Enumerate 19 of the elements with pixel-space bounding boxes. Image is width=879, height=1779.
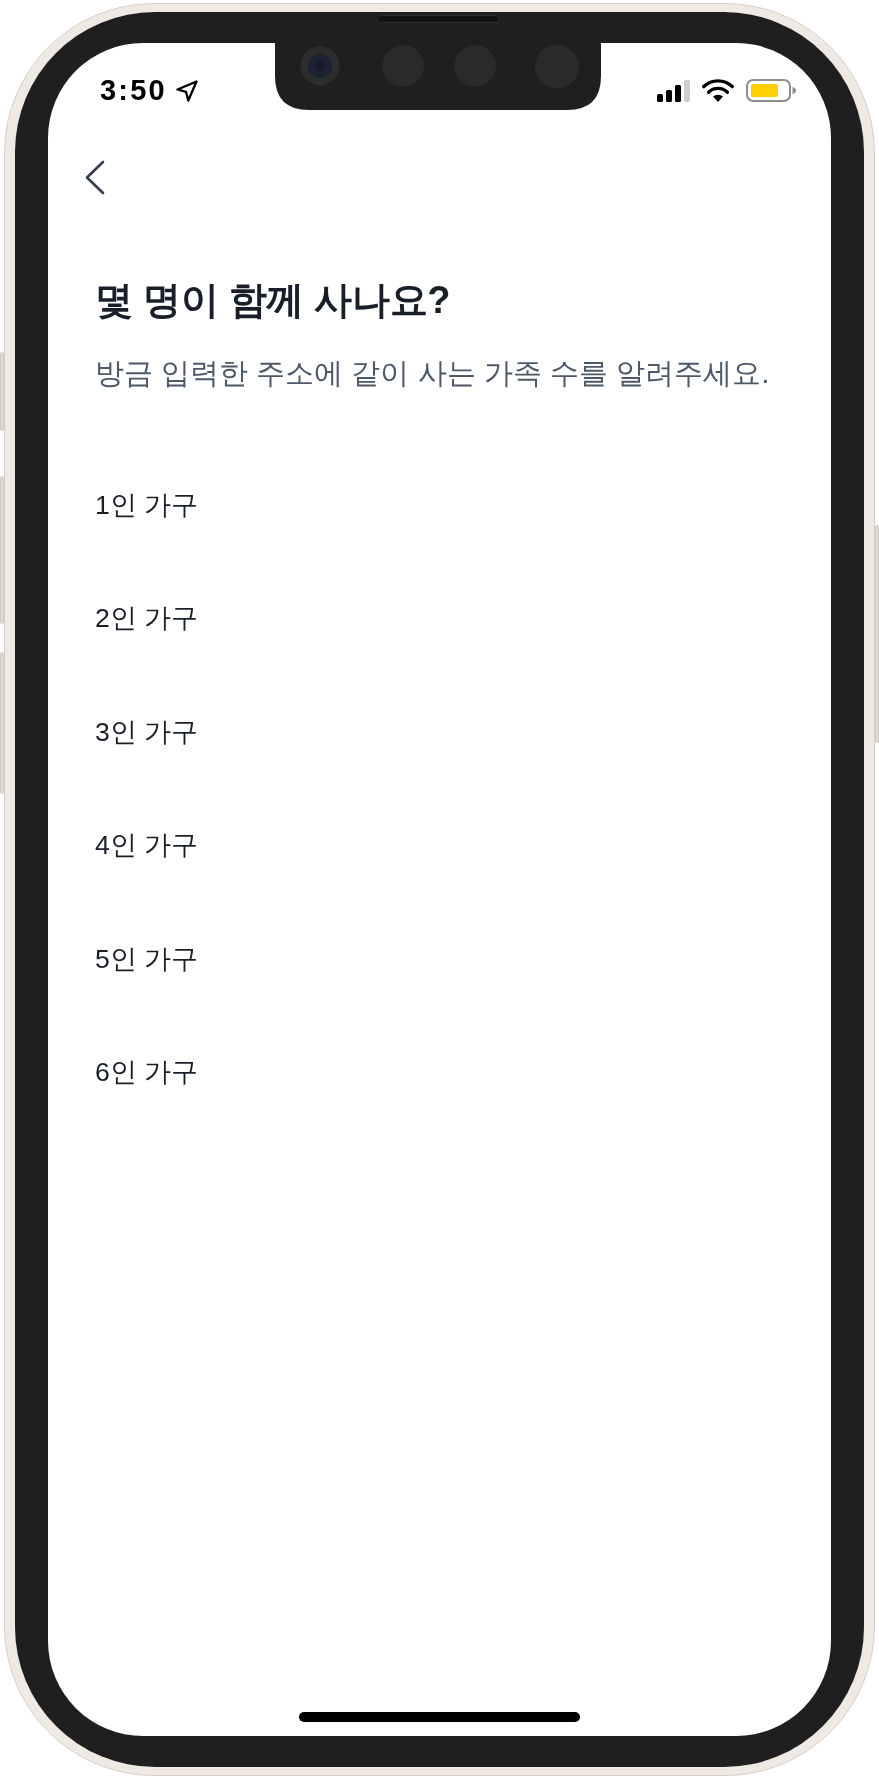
- side-button[interactable]: [0, 352, 4, 431]
- status-time: 3:50: [100, 76, 167, 105]
- page-subtitle: 방금 입력한 주소에 같이 사는 가족 수를 알려주세요.: [95, 355, 771, 392]
- page-title: 몇 명이 함께 사나요?: [95, 278, 452, 323]
- location-arrow-icon: [174, 78, 199, 103]
- household-option[interactable]: 3인 가구: [95, 714, 199, 750]
- household-option[interactable]: 6인 가구: [95, 1055, 199, 1090]
- household-option[interactable]: 1인 가구: [95, 487, 199, 523]
- household-option[interactable]: 2인 가구: [95, 601, 199, 636]
- battery-icon: [746, 79, 796, 102]
- side-button[interactable]: [0, 652, 4, 794]
- household-option[interactable]: 5인 가구: [95, 941, 199, 977]
- side-button[interactable]: [0, 476, 4, 624]
- signal-bars-icon: [657, 79, 691, 102]
- camera-lens-icon: [300, 46, 340, 86]
- chevron-left-icon: [83, 159, 105, 195]
- wifi-icon: [702, 79, 734, 102]
- household-option[interactable]: 4인 가구: [95, 828, 199, 863]
- side-button[interactable]: [875, 525, 879, 743]
